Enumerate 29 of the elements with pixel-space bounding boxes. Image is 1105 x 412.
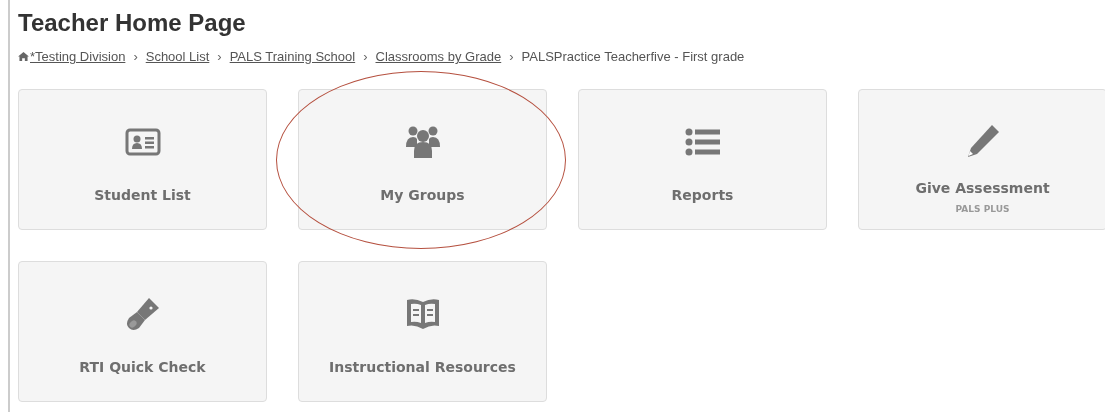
tile-label: Reports — [671, 186, 734, 203]
list-icon — [684, 127, 721, 156]
breadcrumb-separator: › — [217, 49, 222, 64]
tile-card[interactable]: Instructional Resources — [298, 261, 547, 402]
id-card-icon — [124, 127, 161, 156]
home-icon — [18, 52, 29, 61]
tile-label: Instructional Resources — [329, 358, 516, 375]
page-title: Teacher Home Page — [18, 8, 247, 37]
tile-label: RTI Quick Check — [79, 358, 206, 375]
breadcrumb-link[interactable]: School List — [145, 49, 210, 64]
breadcrumb-link[interactable]: Classrooms by Grade — [375, 49, 502, 64]
breadcrumb-link[interactable]: PALS Training School — [229, 49, 356, 64]
tile-subtitle: PALS PLUS — [955, 203, 1010, 214]
tile-card[interactable]: Give Assessment PALS PLUS — [858, 89, 1105, 230]
tile-card[interactable]: My Groups — [298, 89, 547, 230]
breadcrumb-separator: › — [509, 49, 514, 64]
breadcrumb-link[interactable]: *Testing Division — [30, 49, 126, 64]
tile-card[interactable]: Reports — [578, 89, 827, 230]
tile-card[interactable]: Student List — [18, 89, 267, 230]
book-icon — [404, 296, 441, 331]
tile-label: Student List — [94, 186, 191, 203]
tile-label: My Groups — [380, 186, 465, 203]
breadcrumb-separator: › — [133, 49, 138, 64]
group-icon — [404, 124, 441, 159]
flashlight-icon — [124, 295, 161, 332]
breadcrumb-current: PALSPractice Teacherfive - First grade — [521, 49, 745, 64]
tile-card[interactable]: RTI Quick Check — [18, 261, 267, 402]
breadcrumb-separator: › — [363, 49, 368, 64]
tile-label: Give Assessment — [915, 179, 1050, 196]
